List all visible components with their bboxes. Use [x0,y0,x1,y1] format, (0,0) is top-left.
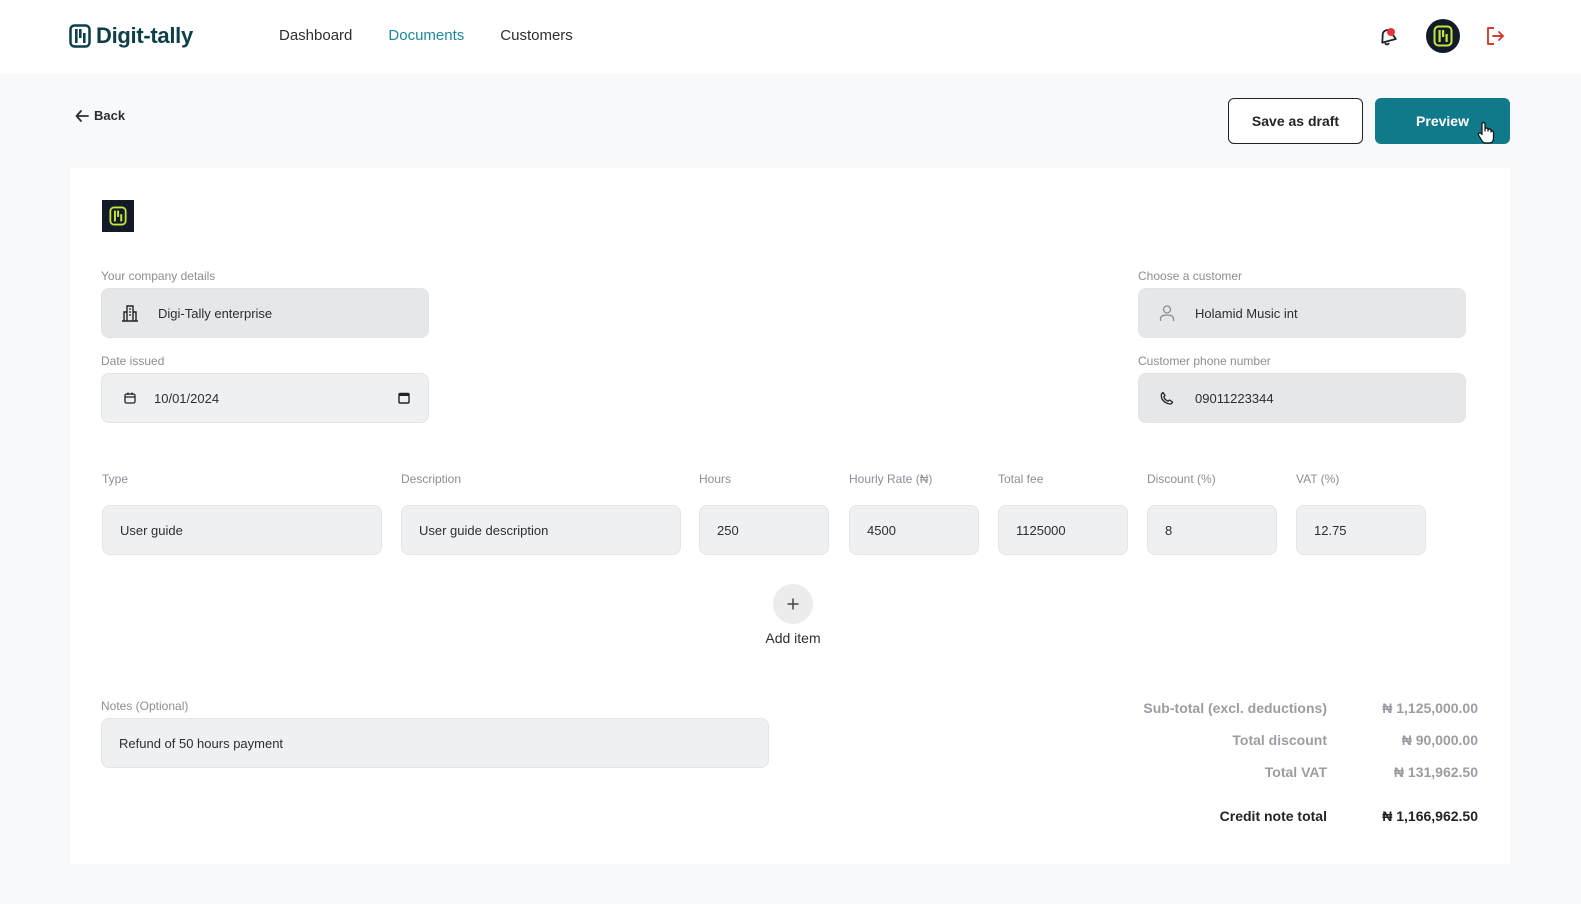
customer-value: Holamid Music int [1195,305,1298,321]
company-logo [102,200,134,232]
company-logo-icon [109,206,127,226]
total-vat-row: Total VAT ₦ 131,962.50 [1127,764,1478,780]
col-hourly-rate-header: Hourly Rate (₦) [849,472,933,486]
total-vat-label: Total VAT [1264,764,1327,780]
company-details-field[interactable]: Digi-Tally enterprise [101,288,429,338]
item-description-input[interactable]: User guide description [401,505,681,555]
building-icon [120,303,140,323]
plus-icon [787,598,799,610]
total-vat-value: ₦ 131,962.50 [1393,764,1478,780]
add-item-button[interactable] [773,584,813,624]
date-picker-icon[interactable] [398,392,410,404]
arrow-left-icon [75,109,89,122]
item-type-input[interactable]: User guide [102,505,382,555]
col-description-header: Description [401,472,462,486]
back-button[interactable]: Back [75,108,125,123]
subtotal-label: Sub-total (excl. deductions) [1143,700,1327,716]
customer-select[interactable]: Holamid Music int [1138,288,1466,338]
phone-icon [1157,388,1177,408]
back-label: Back [94,108,126,123]
item-hourly-rate-input[interactable]: 4500 [849,505,979,555]
top-navbar: Digit-tally Dashboard Documents Customer… [0,0,1581,74]
date-issued-label: Date issued [101,354,165,368]
customer-phone-label: Customer phone number [1138,354,1271,368]
date-issued-input[interactable]: 10/01/2024 [101,373,429,423]
nav-customers[interactable]: Customers [500,27,573,44]
item-vat-input[interactable]: 12.75 [1296,505,1426,555]
date-issued-value: 10/01/2024 [154,390,220,406]
total-discount-label: Total discount [1232,732,1327,748]
user-icon [1157,303,1177,323]
credit-note-total-label: Credit note total [1219,808,1327,824]
col-discount-header: Discount (%) [1147,472,1216,486]
logo-mark-icon [69,24,91,48]
nav-dashboard[interactable]: Dashboard [279,27,352,44]
app-logo[interactable]: Digit-tally [69,23,193,49]
total-discount-row: Total discount ₦ 90,000.00 [1127,732,1478,748]
total-discount-value: ₦ 90,000.00 [1401,732,1478,748]
subtotal-value: ₦ 1,125,000.00 [1382,700,1478,716]
credit-note-form: Your company details Digi-Tally enterpri… [70,168,1510,864]
bell-icon[interactable] [1376,25,1398,47]
nav-documents[interactable]: Documents [388,27,464,44]
col-type-header: Type [102,472,129,486]
credit-note-total-value: ₦ 1,166,962.50 [1382,808,1478,824]
customer-phone-field[interactable]: 09011223344 [1138,373,1466,423]
customer-phone-value: 09011223344 [1195,390,1274,406]
calendar-icon [120,388,140,408]
avatar-logo-icon [1433,25,1453,47]
avatar[interactable] [1426,19,1460,53]
choose-customer-label: Choose a customer [1138,269,1243,283]
col-vat-header: VAT (%) [1296,472,1340,486]
col-total-fee-header: Total fee [998,472,1044,486]
item-discount-input[interactable]: 8 [1147,505,1277,555]
logout-icon[interactable] [1484,25,1506,47]
add-item-label[interactable]: Add item [743,630,843,646]
subtotal-row: Sub-total (excl. deductions) ₦ 1,125,000… [1127,700,1478,716]
item-total-fee-input[interactable]: 1125000 [998,505,1128,555]
save-as-draft-button[interactable]: Save as draft [1228,98,1363,144]
app-name: Digit-tally [96,23,193,48]
preview-button[interactable]: Preview [1375,98,1510,144]
main-nav: Dashboard Documents Customers [279,27,573,44]
notes-input[interactable]: Refund of 50 hours payment [101,718,769,768]
credit-note-total-row: Credit note total ₦ 1,166,962.50 [1127,808,1478,824]
col-hours-header: Hours [699,472,732,486]
company-details-label: Your company details [101,269,216,283]
item-hours-input[interactable]: 250 [699,505,829,555]
notes-label: Notes (Optional) [101,699,189,713]
company-details-value: Digi-Tally enterprise [158,305,273,321]
